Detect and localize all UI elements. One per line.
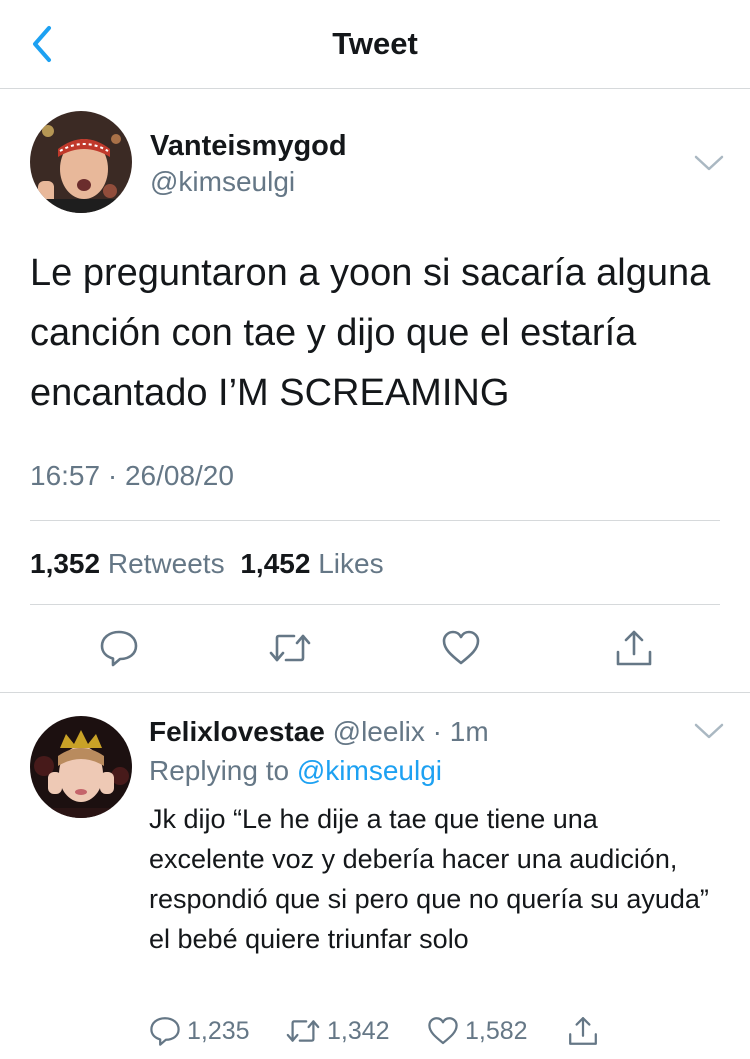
reply-text: Jk dijo “Le he dije a tae que tiene una … [149, 804, 709, 954]
retweet-count: 1,342 [327, 1016, 390, 1045]
divider [30, 604, 720, 605]
replying-to-link[interactable]: @kimseulgi [297, 755, 442, 786]
tweet-text: Le preguntaron a yoon si sacaría alguna … [30, 252, 711, 414]
tweet-menu-button[interactable] [692, 151, 726, 175]
tweet-stats: 1,352 Retweets 1,452 Likes [30, 548, 392, 580]
chevron-down-icon [694, 723, 724, 739]
reply-retweet-button[interactable]: 1,342 [285, 1011, 390, 1051]
replying-prefix: Replying to [149, 755, 290, 786]
likes-count[interactable]: 1,452 [240, 548, 310, 579]
reply-author-name[interactable]: Felixlovestae [149, 716, 325, 747]
author-avatar[interactable] [30, 111, 132, 213]
reply-tweet[interactable]: Felixlovestae @leelix · 1m Replying to @… [0, 693, 750, 1059]
top-bar: Tweet [0, 0, 750, 89]
reply-reply-button[interactable]: 1,235 [149, 1011, 250, 1051]
author-handle[interactable]: @kimseulgi [150, 166, 295, 198]
like-count: 1,582 [465, 1016, 528, 1045]
author-name[interactable]: Vanteismygod [150, 130, 347, 163]
likes-label[interactable]: Likes [318, 548, 383, 579]
retweets-count[interactable]: 1,352 [30, 548, 100, 579]
reply-icon [100, 630, 138, 667]
tweet-timestamp: 16:57 · 26/08/20 [30, 460, 234, 491]
retweets-label[interactable]: Retweets [108, 548, 225, 579]
reply-like-button[interactable]: 1,582 [427, 1011, 528, 1051]
retweet-icon [269, 634, 311, 662]
share-icon [616, 630, 652, 666]
like-button[interactable] [436, 623, 486, 673]
reply-menu-button[interactable] [692, 719, 726, 743]
chevron-down-icon [694, 155, 724, 171]
heart-icon [442, 630, 480, 665]
reply-icon [150, 1017, 180, 1046]
reply-share-button[interactable] [567, 1011, 605, 1051]
reply-count: 1,235 [187, 1016, 250, 1045]
retweet-button[interactable] [265, 623, 315, 673]
share-button[interactable] [609, 623, 659, 673]
main-tweet: Vanteismygod @kimseulgi Le preguntaron a… [0, 89, 750, 693]
reply-author-avatar[interactable] [30, 716, 132, 818]
reply-button[interactable] [94, 623, 144, 673]
avatar-photo [30, 111, 132, 213]
heart-icon [428, 1017, 458, 1045]
divider [30, 520, 720, 521]
reply-header: Felixlovestae @leelix · 1m [149, 716, 489, 748]
page-title: Tweet [332, 26, 418, 61]
avatar-photo [30, 716, 132, 818]
share-icon [569, 1017, 597, 1045]
replying-to: Replying to @kimseulgi [149, 755, 442, 787]
reply-author-handle[interactable]: @leelix [333, 716, 425, 747]
reply-action-bar: 1,235 1,342 1,582 [149, 1011, 609, 1051]
retweet-icon [286, 1020, 320, 1042]
reply-time: · 1m [432, 716, 489, 747]
